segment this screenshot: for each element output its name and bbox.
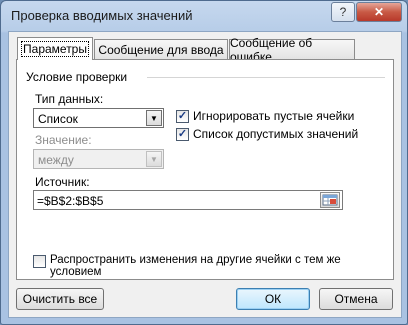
value-label: Значение: bbox=[35, 133, 92, 147]
tab-error-alert[interactable]: Сообщение об ошибке bbox=[229, 36, 355, 64]
group-divider bbox=[147, 77, 385, 78]
apply-all-label: Распространить изменения на другие ячейк… bbox=[50, 254, 341, 278]
source-label: Источник: bbox=[35, 175, 90, 189]
cancel-button[interactable]: Отмена bbox=[319, 288, 393, 310]
data-type-select[interactable]: Список ▼ bbox=[33, 108, 164, 128]
help-button[interactable]: ? bbox=[331, 2, 355, 22]
apply-all-checkbox[interactable] bbox=[33, 255, 46, 268]
source-value: =$B$2:$B$5 bbox=[37, 194, 104, 208]
source-input[interactable]: =$B$2:$B$5 bbox=[33, 190, 343, 210]
close-button[interactable]: ✕ bbox=[356, 2, 402, 22]
chevron-down-icon[interactable]: ▼ bbox=[146, 110, 162, 126]
dialog-window: Проверка вводимых значений ? ✕ Параметры… bbox=[0, 0, 408, 325]
in-cell-dropdown-label: Список допустимых значений bbox=[193, 127, 359, 141]
ignore-blank-checkbox[interactable]: ✓ bbox=[176, 110, 189, 123]
chevron-down-icon[interactable]: ▼ bbox=[146, 151, 162, 167]
tab-label: Сообщение для ввода bbox=[98, 42, 224, 57]
checkmark-icon: ✓ bbox=[177, 110, 188, 122]
title-bar[interactable]: Проверка вводимых значений ? ✕ bbox=[1, 1, 407, 31]
help-icon: ? bbox=[339, 5, 347, 19]
range-select-icon[interactable] bbox=[320, 192, 340, 208]
dialog-title: Проверка вводимых значений bbox=[11, 8, 193, 23]
ok-button[interactable]: ОК bbox=[236, 288, 310, 310]
checkmark-icon: ✓ bbox=[177, 128, 188, 140]
data-type-value: Список bbox=[38, 112, 78, 126]
tab-label: Параметры bbox=[21, 41, 89, 57]
ignore-blank-label: Игнорировать пустые ячейки bbox=[193, 109, 355, 123]
parameters-panel: Условие проверки Тип данных: Список ▼ ✓ … bbox=[16, 59, 394, 280]
data-type-label: Тип данных: bbox=[35, 92, 104, 106]
group-title: Условие проверки bbox=[26, 70, 128, 84]
tab-input-message[interactable]: Сообщение для ввода bbox=[94, 39, 228, 59]
close-icon: ✕ bbox=[373, 5, 385, 19]
in-cell-dropdown-checkbox[interactable]: ✓ bbox=[176, 128, 189, 141]
dialog-body: Параметры Сообщение для ввода Сообщение … bbox=[8, 31, 402, 318]
value-select[interactable]: между ▼ bbox=[33, 149, 164, 169]
clear-all-button[interactable]: Очистить все bbox=[16, 288, 104, 310]
tab-parameters[interactable]: Параметры bbox=[17, 37, 93, 60]
value-select-value: между bbox=[38, 153, 74, 167]
range-select-graphic bbox=[322, 194, 338, 206]
